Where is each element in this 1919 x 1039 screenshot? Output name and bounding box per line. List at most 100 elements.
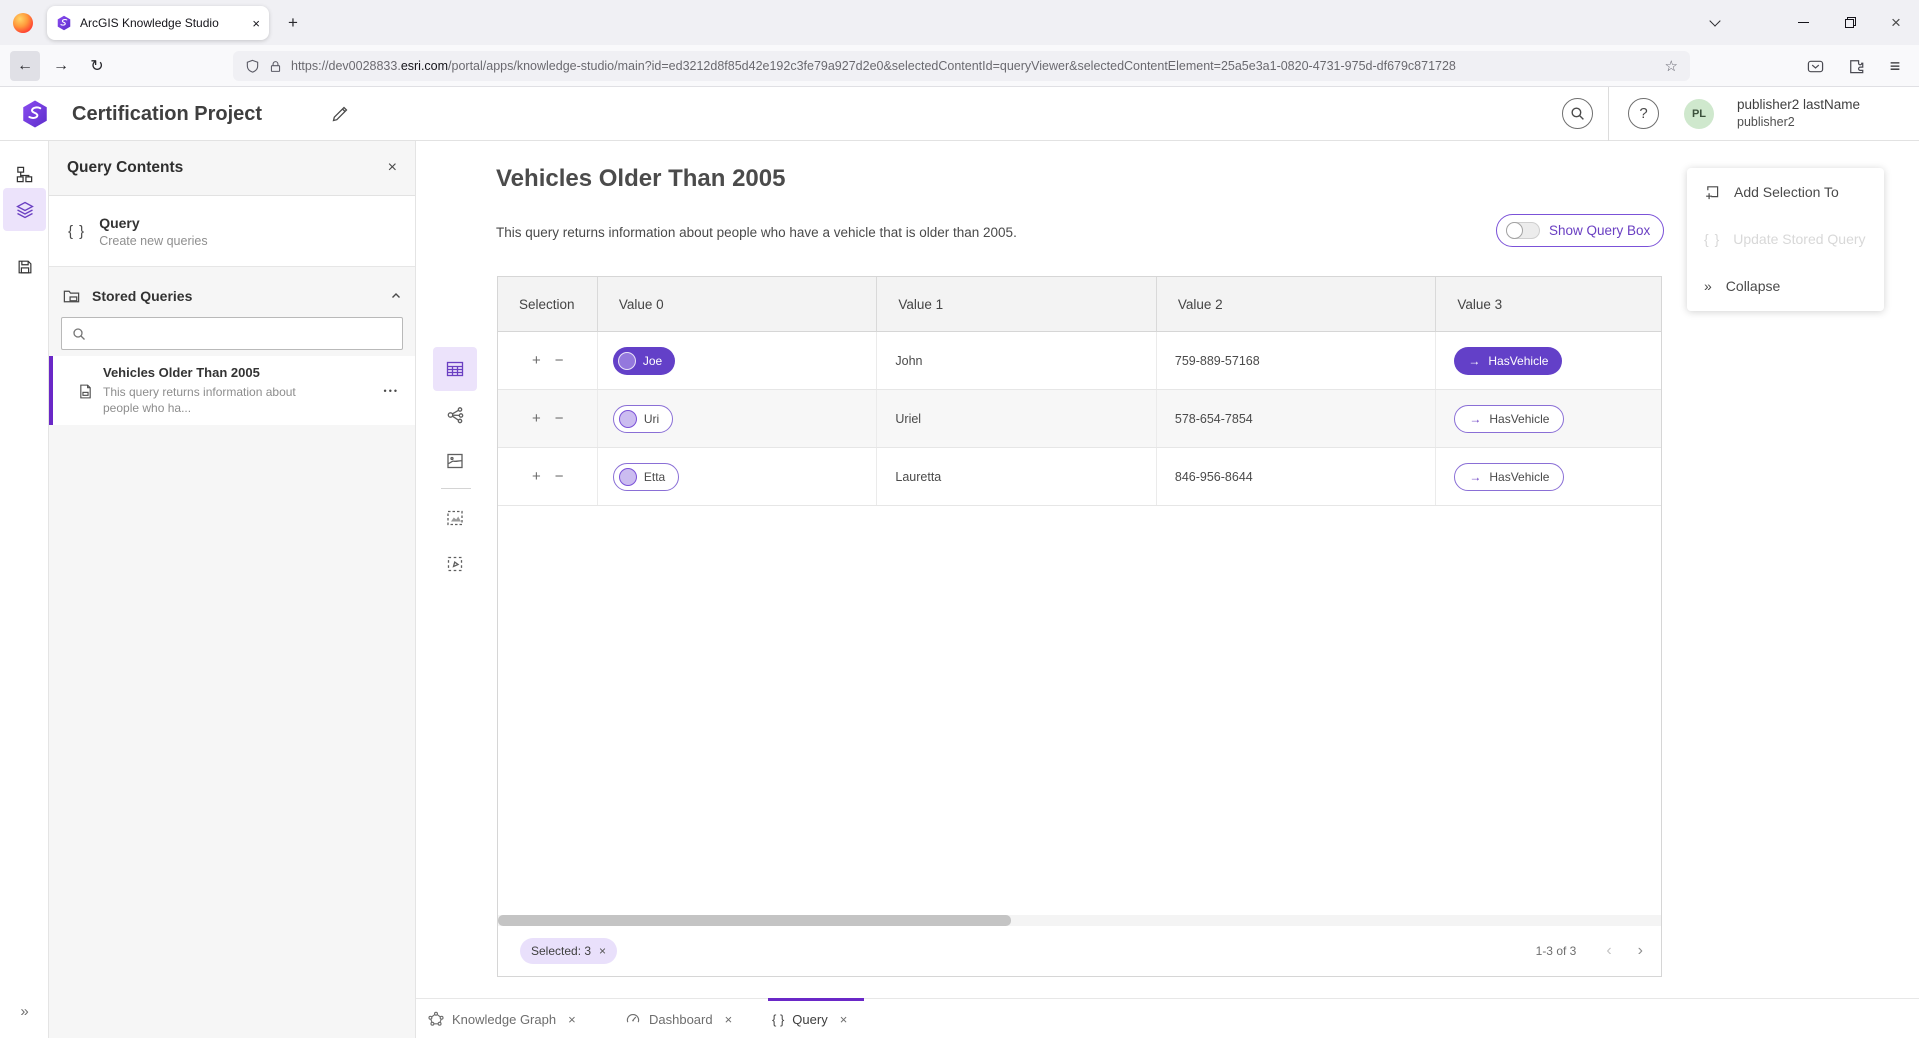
new-query-item[interactable]: { } Query Create new queries [49,196,415,267]
next-page-icon[interactable]: › [1638,942,1643,960]
panel-header: Query Contents × [49,141,415,196]
previous-page-icon[interactable]: ‹ [1606,942,1611,960]
menu-item-update-stored-query[interactable]: { } Update Stored Query [1687,215,1884,262]
select-tool-button[interactable] [433,542,477,586]
avatar[interactable]: PL [1684,99,1714,129]
back-button[interactable]: ← [10,51,40,81]
menu-item-collapse[interactable]: » Collapse [1687,262,1884,309]
pocket-icon[interactable] [1800,51,1830,81]
firefox-logo-icon[interactable] [13,13,33,33]
tab-label: Knowledge Graph [452,1012,556,1027]
rail-query-contents-button[interactable] [3,188,46,231]
entity-pill[interactable]: Joe [613,347,675,375]
url-text[interactable]: https://dev0028833.esri.com/portal/apps/… [291,59,1656,73]
toggle-switch[interactable] [1506,222,1540,239]
left-rail: » [0,141,49,1038]
braces-icon: { } [1704,231,1720,247]
new-tab-button[interactable]: + [281,11,305,35]
chevron-up-icon[interactable] [390,290,402,302]
forward-button[interactable]: → [46,51,76,81]
entity-pill[interactable]: Uri [613,405,673,433]
selected-count-chip[interactable]: Selected: 3 × [520,938,617,964]
add-selection-icon[interactable]: + [532,469,541,484]
stored-query-item[interactable]: Vehicles Older Than 2005 This query retu… [49,356,415,425]
pagination: 1-3 of 3 ‹ › [1536,942,1643,960]
scrollbar-thumb[interactable] [498,915,1011,926]
tab-close-icon[interactable]: × [568,1012,576,1027]
cell-value1[interactable]: Lauretta [877,448,1157,505]
minimize-icon [1798,22,1809,24]
link-chart-icon [445,405,465,425]
user-meta[interactable]: publisher2 lastName publisher2 [1737,96,1860,131]
knowledge-graph-icon [428,1011,444,1027]
browser-tab[interactable]: ArcGIS Knowledge Studio × [47,6,269,40]
tab-query[interactable]: { } Query × [772,999,847,1039]
relationship-pill[interactable]: → HasVehicle [1454,347,1562,375]
list-tabs-button[interactable] [1697,0,1733,45]
table-row: + − Etta Lauretta 846-956-8644 → HasVehi… [498,448,1661,506]
add-selection-icon[interactable]: + [532,411,541,426]
expand-panel-button[interactable]: » [0,996,49,1026]
view-toolstrip [433,347,478,588]
edit-title-button[interactable] [330,104,350,124]
arcgis-favicon-icon [56,15,72,31]
app-header: Certification Project ? PL publisher2 la… [0,87,1919,141]
remove-selection-icon[interactable]: − [555,469,564,484]
column-header-value3[interactable]: Value 3 [1436,277,1661,331]
remove-selection-icon[interactable]: − [555,353,564,368]
horizontal-scrollbar[interactable] [498,915,1661,926]
tab-close-icon[interactable]: × [252,16,260,31]
selection-box-icon [445,554,465,574]
entity-pill[interactable]: Etta [613,463,679,491]
relationship-pill[interactable]: → HasVehicle [1454,405,1564,433]
rail-save-button[interactable] [0,245,49,288]
search-button[interactable] [1562,98,1593,129]
entity-label: Etta [644,470,665,484]
stored-queries-search[interactable] [61,317,403,350]
tab-close-icon[interactable]: × [840,1012,848,1027]
relationship-label: HasVehicle [1489,412,1549,426]
menu-item-label: Add Selection To [1734,184,1839,200]
cell-value1[interactable]: John [877,332,1157,389]
help-button[interactable]: ? [1628,98,1659,129]
column-header-selection[interactable]: Selection [498,277,598,331]
window-close-button[interactable]: × [1878,0,1914,45]
column-header-value0[interactable]: Value 0 [598,277,878,331]
tab-close-icon[interactable]: × [725,1012,733,1027]
panel-title: Query Contents [67,159,183,177]
item-options-icon[interactable]: ••• [384,386,399,396]
tab-knowledge-graph[interactable]: Knowledge Graph × [428,999,576,1039]
show-query-box-toggle[interactable]: Show Query Box [1496,214,1664,247]
clear-selection-icon[interactable]: × [599,944,606,958]
reload-button[interactable]: ↻ [82,51,112,81]
stored-queries-search-input[interactable] [94,326,392,341]
stored-queries-header[interactable]: Stored Queries [49,280,415,312]
link-chart-view-button[interactable] [433,393,477,437]
add-selection-icon[interactable]: + [532,353,541,368]
lock-icon[interactable] [269,60,282,73]
add-to-view-button[interactable] [433,496,477,540]
braces-icon: { } [68,223,85,240]
relationship-pill[interactable]: → HasVehicle [1454,463,1564,491]
selection-context-menu: Add Selection To { } Update Stored Query… [1687,168,1884,311]
menu-button[interactable]: ≡ [1880,51,1910,81]
cell-value2[interactable]: 578-654-7854 [1157,390,1437,447]
cell-value1[interactable]: Uriel [877,390,1157,447]
table-view-button[interactable] [433,347,477,391]
extensions-button[interactable] [1841,51,1871,81]
shield-icon[interactable] [245,59,260,74]
query-item-subtitle: Create new queries [99,234,207,248]
column-header-value1[interactable]: Value 1 [877,277,1157,331]
tab-dashboard[interactable]: Dashboard × [625,999,732,1039]
bookmark-star-icon[interactable]: ☆ [1665,57,1678,75]
cell-value2[interactable]: 759-889-57168 [1157,332,1437,389]
cell-value2[interactable]: 846-956-8644 [1157,448,1437,505]
url-bar[interactable]: https://dev0028833.esri.com/portal/apps/… [233,51,1690,81]
map-view-button[interactable] [433,439,477,483]
remove-selection-icon[interactable]: − [555,411,564,426]
restore-button[interactable] [1832,0,1868,45]
column-header-value2[interactable]: Value 2 [1157,277,1437,331]
menu-item-add-selection-to[interactable]: Add Selection To [1687,168,1884,215]
panel-close-icon[interactable]: × [388,159,397,177]
minimize-button[interactable] [1785,0,1821,45]
